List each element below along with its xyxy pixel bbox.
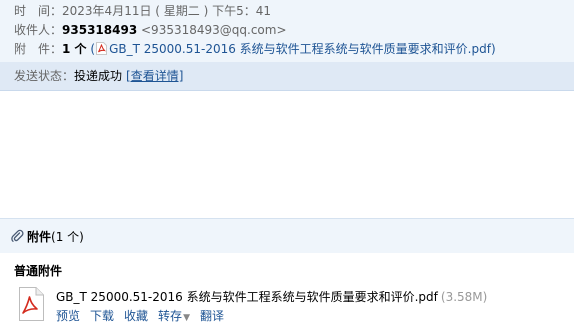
attachments-count: (1 个) [51, 230, 84, 244]
translate-button[interactable]: 翻译 [200, 309, 224, 323]
attachment-open-paren: ( [90, 42, 96, 56]
section-title: 普通附件 [14, 264, 63, 278]
attachment-row: 附 件：1 个 ( GB_T 25000.51-2016 系统与软件工程系统与软… [14, 40, 496, 58]
delivery-status-bar: 发送状态：投递成功 [查看详情] [0, 62, 574, 91]
paperclip-icon [11, 229, 24, 242]
attachment-count: 1 个 [62, 42, 87, 56]
pdf-file-icon[interactable] [15, 287, 47, 321]
attachment-label: 附 件： [14, 42, 63, 56]
time-value: 2023年4月11日 ( 星期二 ) 下午5：41 [62, 4, 271, 18]
recipient-email[interactable]: <935318493@qq.com> [141, 23, 287, 37]
attachments-heading: 附件(1 个) [10, 228, 84, 246]
attachment-actions: 预览 下载 收藏 转存▼ 翻译 [56, 307, 234, 324]
caret-down-icon[interactable]: ▼ [183, 313, 190, 323]
attachment-close-paren: ) [490, 42, 496, 56]
file-size: (3.58M) [440, 290, 488, 304]
status-row: 发送状态：投递成功 [查看详情] [14, 67, 183, 85]
time-row: 时 间：2023年4月11日 ( 星期二 ) 下午5：41 [14, 2, 271, 20]
download-button[interactable]: 下载 [90, 309, 114, 323]
attachments-bar: 附件(1 个) [0, 218, 574, 253]
mail-header: 时 间：2023年4月11日 ( 星期二 ) 下午5：41 收件人：935318… [0, 0, 574, 62]
recipient-label: 收件人： [14, 23, 63, 37]
pdf-icon [96, 42, 108, 55]
forward-save-label[interactable]: 转存 [158, 309, 182, 323]
favorite-button[interactable]: 收藏 [124, 309, 148, 323]
forward-save-button[interactable]: 转存▼ [158, 309, 190, 323]
recipient-row: 收件人：935318493 <935318493@qq.com> [14, 21, 287, 39]
preview-button[interactable]: 预览 [56, 309, 80, 323]
attachment-file-name[interactable]: GB_T 25000.51-2016 系统与软件工程系统与软件质量要求和评价.p… [56, 288, 487, 305]
status-value: 投递成功 [74, 69, 123, 83]
attachments-title: 附件 [27, 230, 52, 244]
mail-body [0, 91, 574, 218]
recipient-name[interactable]: 935318493 [62, 23, 137, 37]
status-label: 发送状态： [14, 69, 75, 83]
attachment-file-link[interactable]: GB_T 25000.51-2016 系统与软件工程系统与软件质量要求和评价.p… [109, 42, 491, 56]
file-name-text[interactable]: GB_T 25000.51-2016 系统与软件工程系统与软件质量要求和评价.p… [56, 290, 438, 304]
view-details-link[interactable]: [查看详情] [126, 69, 183, 83]
time-label: 时 间： [14, 4, 63, 18]
